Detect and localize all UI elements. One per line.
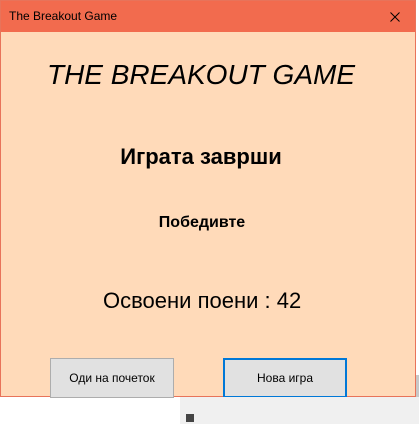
result-label: Победивте — [158, 214, 246, 231]
score-display: Освоени поени : 42 — [103, 288, 301, 314]
background-item-icon — [186, 414, 194, 422]
game-title: THE BREAKOUT GAME — [46, 59, 356, 90]
background-window-strip — [180, 397, 419, 424]
close-button[interactable] — [375, 1, 415, 32]
new-game-button[interactable]: Нова игра — [223, 358, 347, 398]
title-bar[interactable]: The Breakout Game — [1, 1, 415, 32]
game-window: The Breakout Game THE BREAKOUT GAME Игра… — [0, 0, 416, 398]
window-title: The Breakout Game — [9, 9, 118, 23]
score-value: 42 — [276, 288, 302, 313]
go-to-start-button[interactable]: Оди на почеток — [50, 358, 174, 398]
close-icon — [390, 11, 400, 22]
game-status-heading: Играта заврши — [120, 144, 282, 169]
score-label: Освоени поени : — [103, 288, 277, 313]
